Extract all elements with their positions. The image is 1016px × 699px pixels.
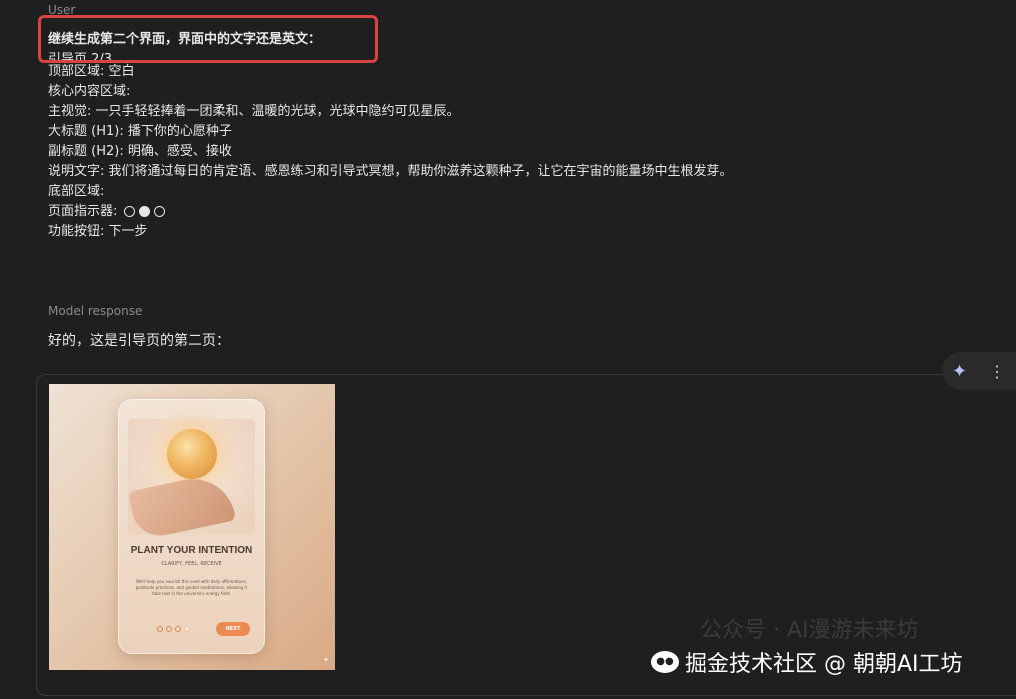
- indicator-label: 页面指示器:: [48, 204, 118, 219]
- user-line-button: 功能按钮: 下一步: [48, 224, 148, 239]
- page-dot-icon: [166, 626, 172, 632]
- watermark-faded: 公众号 · AI漫游未来坊: [700, 618, 919, 643]
- page-dot-active-icon: [184, 626, 190, 632]
- user-line-visual: 主视觉: 一只手轻轻捧着一团柔和、温暖的光球，光球中隐约可见星辰。: [48, 104, 460, 119]
- light-orb-icon: [167, 429, 217, 479]
- chat-page: User 继续生成第二个界面，界面中的文字还是英文： 引导页 2/3 顶部区域:…: [0, 0, 1016, 699]
- user-line-top: 顶部区域: 空白: [48, 64, 135, 79]
- mockup-page-indicator: [157, 626, 190, 632]
- highlight-annotation: [38, 15, 378, 63]
- hand-icon: [127, 471, 237, 541]
- hero-visual: [127, 419, 255, 541]
- user-line-core: 核心内容区域:: [48, 84, 131, 99]
- indicator-dots: [123, 206, 165, 217]
- side-toolbar: ✦ ⋮: [942, 352, 1016, 390]
- dot-outline-icon: [123, 206, 135, 217]
- mockup-next-button: NEXT: [216, 622, 250, 636]
- sparkle-icon[interactable]: ✦: [952, 361, 967, 382]
- model-response-text: 好的，这是引导页的第二页：: [48, 333, 230, 349]
- page-dot-icon: [175, 626, 181, 632]
- mockup-title: PLANT YOUR INTENTION: [130, 545, 253, 556]
- generated-image[interactable]: PLANT YOUR INTENTION CLARIFY, FEEL, RECE…: [49, 384, 335, 670]
- user-line-bottom: 底部区域:: [48, 184, 105, 199]
- dot-filled-icon: [138, 206, 150, 217]
- wechat-icon: ●●: [651, 651, 679, 673]
- user-line-indicator: 页面指示器:: [48, 202, 733, 222]
- more-options-icon[interactable]: ⋮: [989, 362, 1005, 381]
- sparkle-corner-icon: ✦: [323, 656, 329, 664]
- mockup-description: We'll help you nourish this seed with da…: [135, 579, 248, 596]
- mockup-subtitle: CLARIFY, FEEL, RECEIVE: [161, 561, 222, 567]
- phone-mockup: PLANT YOUR INTENTION CLARIFY, FEEL, RECE…: [118, 399, 265, 654]
- page-dot-icon: [157, 626, 163, 632]
- user-line-h2: 副标题 (H2): 明确、感受、接收: [48, 144, 232, 159]
- dot-outline-icon: [153, 206, 165, 217]
- watermark: ●● 掘金技术社区 @ 朝朝AI工坊: [651, 646, 963, 678]
- model-role-label: Model response: [48, 304, 143, 318]
- watermark-text: 掘金技术社区 @ 朝朝AI工坊: [685, 652, 963, 677]
- user-line-desc: 说明文字: 我们将通过每日的肯定语、感恩练习和引导式冥想，帮助你滋养这颗种子，让…: [48, 164, 733, 179]
- user-line-h1: 大标题 (H1): 播下你的心愿种子: [48, 124, 232, 139]
